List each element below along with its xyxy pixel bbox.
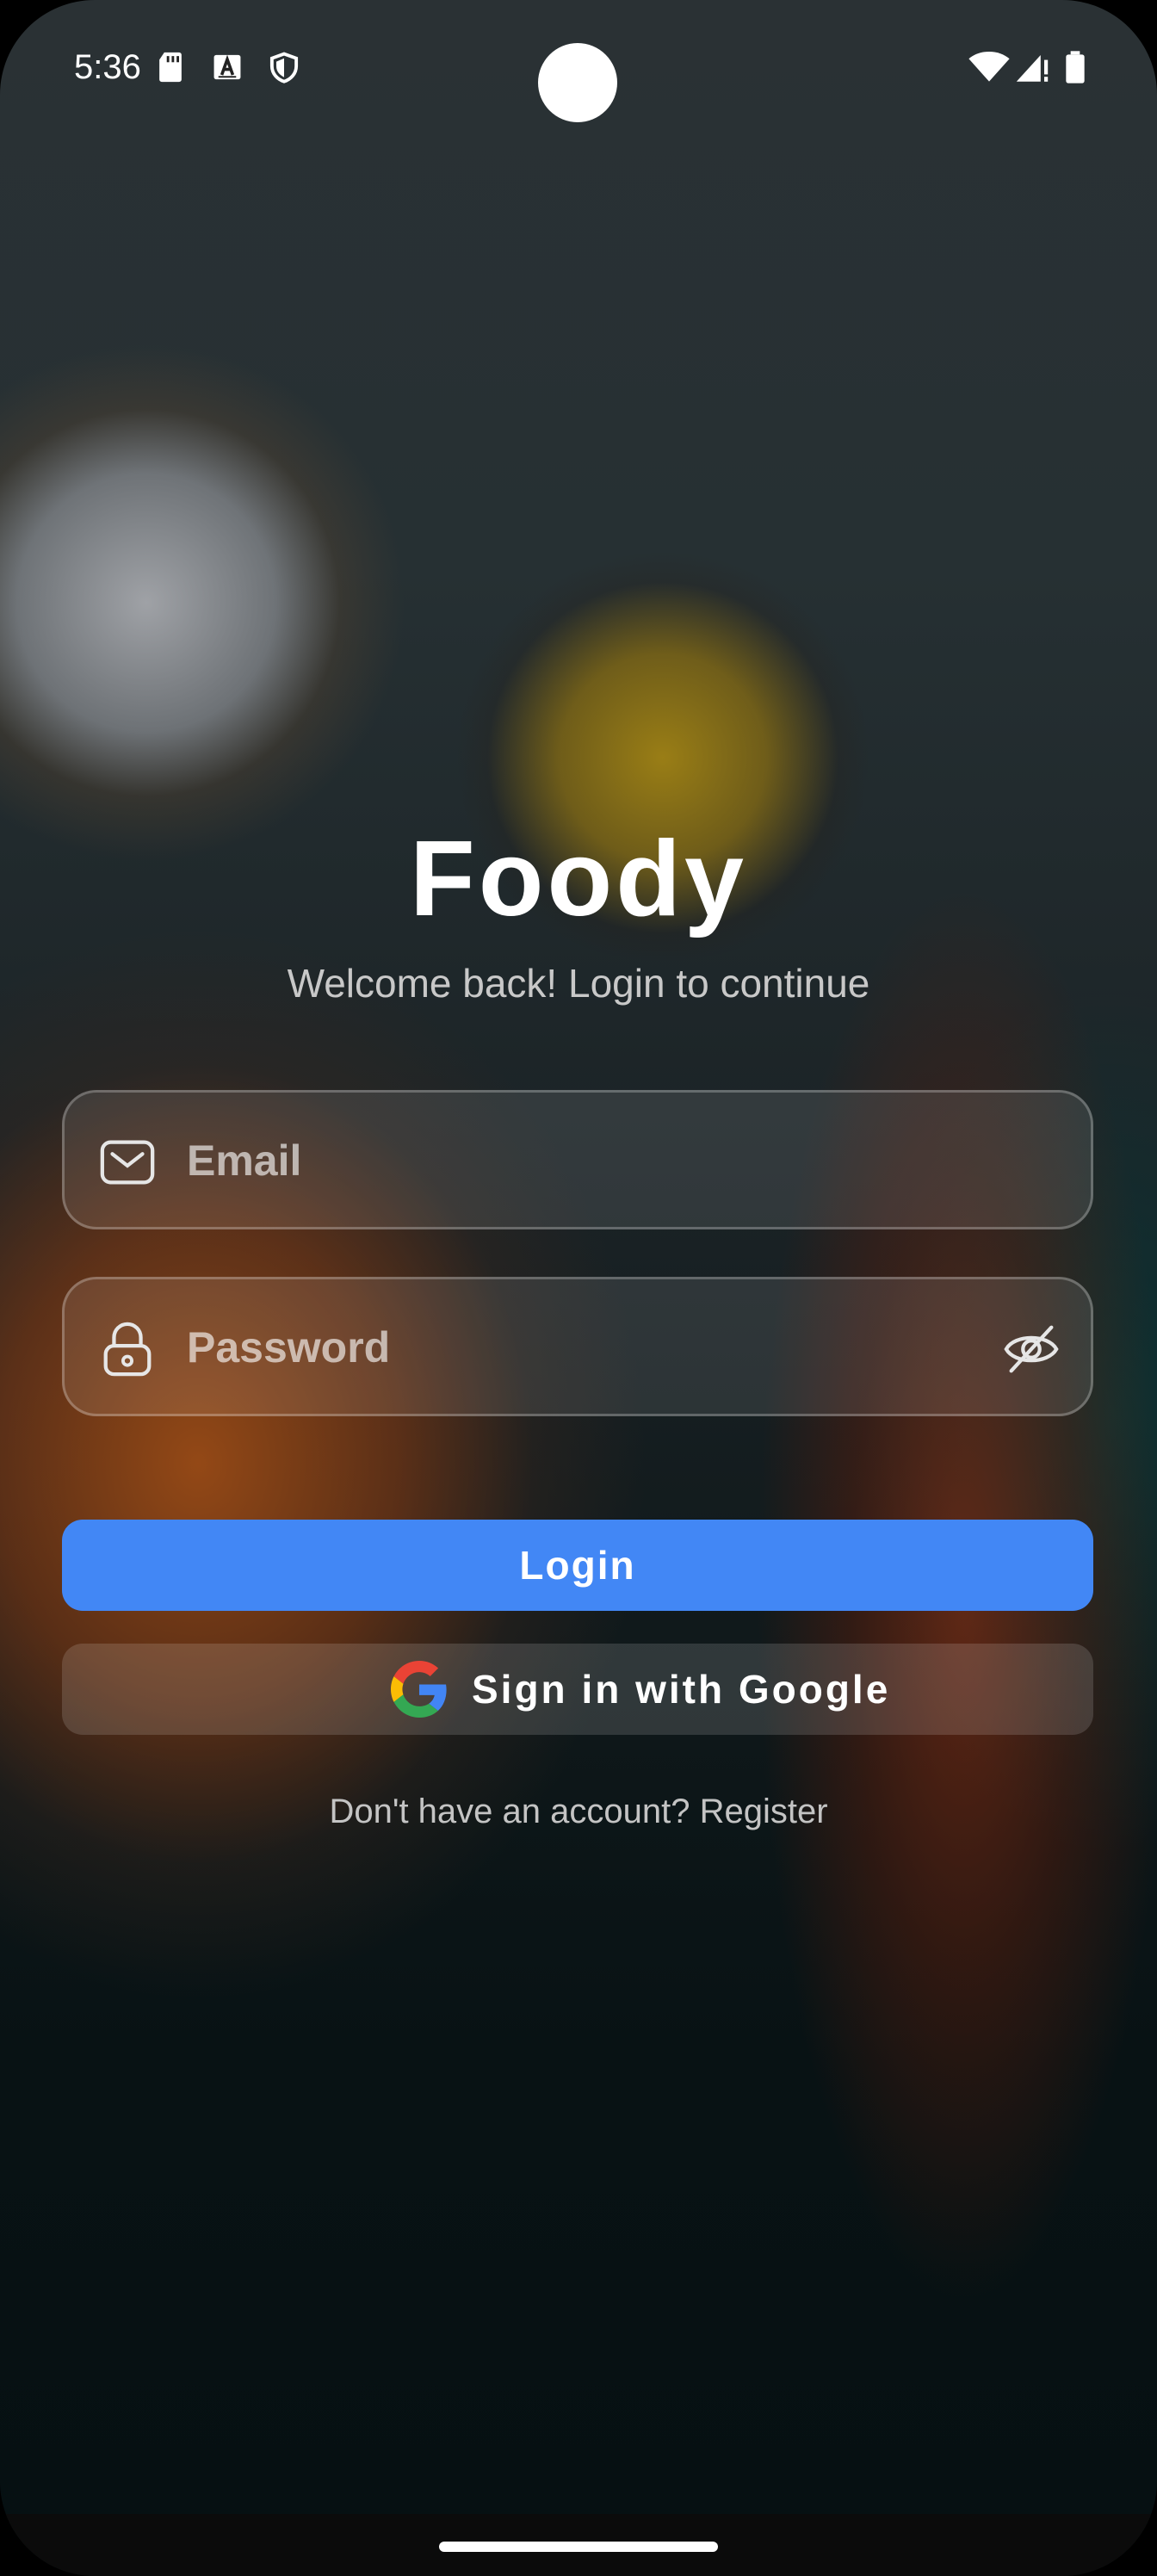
wifi-icon	[968, 51, 1010, 82]
cell-signal-icon	[1016, 55, 1049, 82]
shield-icon	[269, 52, 299, 84]
status-time: 5:36	[74, 48, 141, 86]
app-title: Foody	[410, 820, 747, 938]
email-field[interactable]	[62, 1090, 1093, 1229]
phone-screen: 5:36 Foody Welcome back! Login to contin…	[0, 0, 1157, 2576]
google-signin-label: Sign in with Google	[472, 1667, 891, 1712]
password-input[interactable]	[185, 1279, 963, 1415]
keyboard-a-icon	[213, 54, 241, 80]
password-field[interactable]	[62, 1277, 1093, 1416]
camera-cutout	[538, 43, 617, 122]
login-subtitle: Welcome back! Login to continue	[287, 961, 870, 1006]
lock-icon	[103, 1322, 152, 1377]
mail-icon	[100, 1140, 155, 1185]
battery-icon	[1066, 51, 1085, 84]
eye-off-icon[interactable]	[1001, 1319, 1061, 1379]
register-link[interactable]: Don't have an account? Register	[0, 1793, 1157, 1831]
sd-card-icon	[159, 52, 182, 83]
email-input[interactable]	[185, 1093, 963, 1229]
google-signin-button[interactable]: Sign in with Google	[62, 1644, 1093, 1735]
google-logo-icon	[391, 1661, 447, 1718]
login-button[interactable]: Login	[62, 1520, 1093, 1611]
home-indicator[interactable]	[439, 2542, 718, 2552]
